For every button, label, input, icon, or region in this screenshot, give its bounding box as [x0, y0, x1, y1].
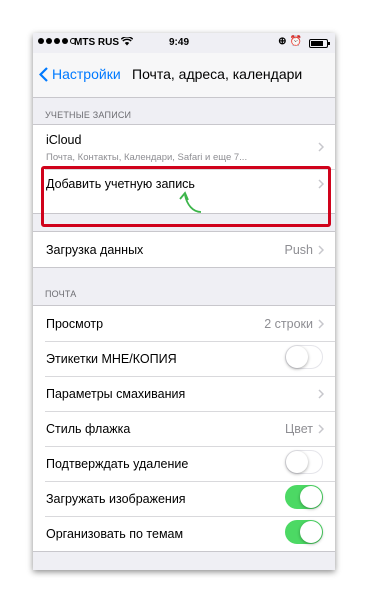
chevron-right-icon: [318, 319, 324, 329]
swipe-options-label: Параметры смахивания: [46, 387, 186, 401]
preview-label: Просмотр: [46, 317, 104, 331]
back-button-label: Настройки: [52, 66, 121, 82]
preview-row[interactable]: Просмотр 2 строки: [33, 306, 335, 341]
flag-style-label: Стиль флажка: [46, 422, 131, 436]
flag-style-row[interactable]: Стиль флажка Цвет: [33, 411, 335, 446]
battery-icon: [309, 39, 330, 48]
section-header-accounts: УЧЕТНЫЕ ЗАПИСИ: [45, 110, 132, 120]
mail-group: Просмотр 2 строки Этикетки МНЕ/КОПИЯ Пар…: [33, 305, 335, 552]
arrow-icon: [179, 191, 202, 213]
chevron-right-icon: [318, 142, 324, 152]
section-header-mail: ПОЧТА: [45, 289, 77, 299]
clock-time: 9:49: [169, 37, 190, 48]
load-images-label: Загружать изображения: [46, 492, 186, 506]
alarm-icon: ⏰: [289, 36, 305, 47]
icloud-subtitle: Почта, Контакты, Календари, Safari и еще…: [46, 152, 248, 163]
to-cc-toggle[interactable]: [285, 345, 323, 369]
ask-delete-label: Подтверждать удаление: [46, 457, 189, 471]
status-bar: MTS RUS 9:49 ⊕⏰: [33, 33, 335, 53]
chevron-right-icon: [318, 245, 324, 255]
fetch-data-row[interactable]: Загрузка данных Push: [33, 232, 335, 267]
preview-value: 2 строки: [264, 317, 313, 331]
icloud-label: iCloud: [46, 133, 82, 147]
chevron-right-icon: [318, 424, 324, 434]
icloud-row[interactable]: iCloud Почта, Контакты, Календари, Safar…: [33, 125, 335, 169]
organize-thread-label: Организовать по темам: [46, 527, 184, 541]
navigation-bar: Настройки Почта, адреса, календари: [33, 53, 335, 98]
fetch-data-label: Загрузка данных: [46, 243, 144, 257]
wifi-icon: [120, 36, 134, 49]
load-images-row: Загружать изображения: [33, 481, 335, 516]
organize-thread-toggle[interactable]: [285, 520, 323, 544]
flag-style-value: Цвет: [284, 422, 313, 436]
to-cc-row: Этикетки МНЕ/КОПИЯ: [33, 341, 335, 376]
chevron-left-icon: [39, 66, 48, 82]
fetch-group: Загрузка данных Push: [33, 231, 335, 268]
fetch-data-value: Push: [284, 243, 314, 257]
phone-screen: MTS RUS 9:49 ⊕⏰ Настройки Почта, адреса,…: [33, 33, 335, 570]
page-title: Почта, адреса, календари: [132, 66, 303, 82]
back-button[interactable]: Настройки: [39, 66, 121, 82]
to-cc-label: Этикетки МНЕ/КОПИЯ: [46, 352, 177, 366]
swipe-options-row[interactable]: Параметры смахивания: [33, 376, 335, 411]
rotation-lock-icon: ⊕: [278, 36, 290, 47]
signal-strength-icon: [38, 38, 76, 44]
organize-thread-row: Организовать по темам: [33, 516, 335, 551]
chevron-right-icon: [318, 389, 324, 399]
ask-delete-toggle[interactable]: [285, 450, 323, 474]
carrier-name: MTS RUS: [74, 37, 119, 48]
ask-delete-row: Подтверждать удаление: [33, 446, 335, 481]
load-images-toggle[interactable]: [285, 485, 323, 509]
